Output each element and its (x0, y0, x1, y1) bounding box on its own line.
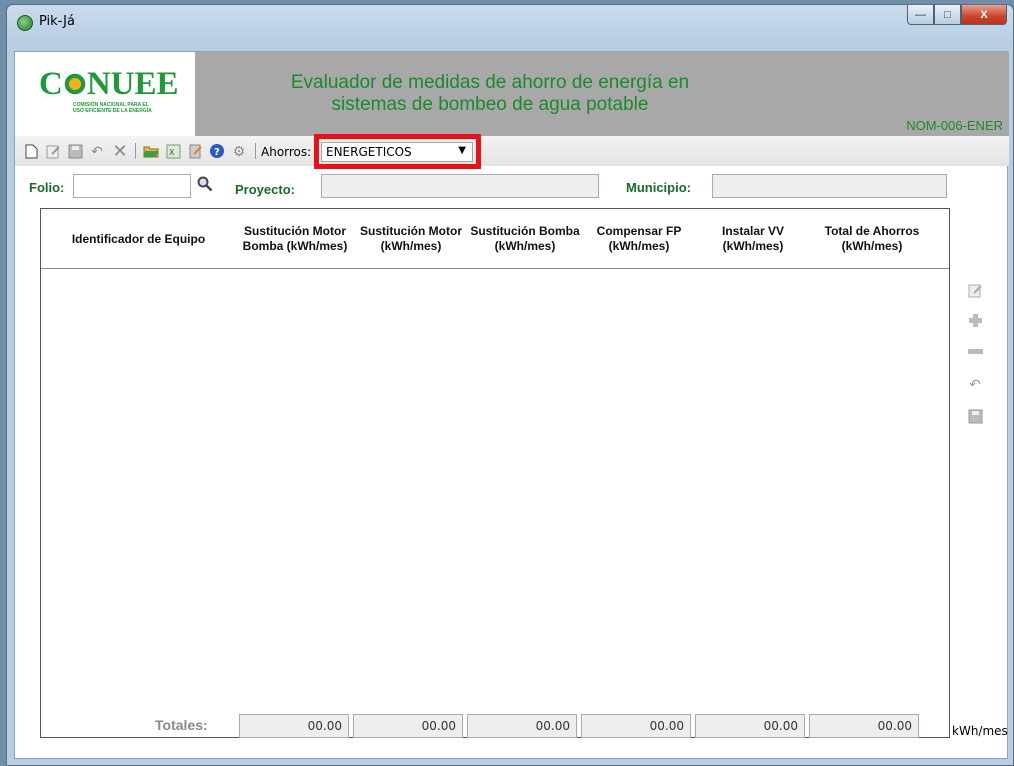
help-icon[interactable]: ? (209, 143, 225, 159)
proyecto-label: Proyecto: (235, 182, 295, 197)
norm-label: NOM-006-ENER (906, 118, 1003, 133)
new-icon[interactable] (23, 143, 39, 159)
settings-icon[interactable]: ⚙ (231, 143, 247, 159)
column-header-bomba[interactable]: Sustitución Bomba (kWh/mes) (468, 209, 582, 269)
total-ahorros: 00.00 (809, 714, 919, 738)
total-motor: 00.00 (353, 714, 463, 738)
column-header-compensar-fp[interactable]: Compensar FP (kWh/mes) (582, 209, 696, 269)
totals-label: Totales: (155, 717, 208, 733)
column-header-motor[interactable]: Sustitución Motor (kWh/mes) (354, 209, 468, 269)
undo-row-icon[interactable]: ↶ (967, 376, 983, 392)
report-icon[interactable] (187, 143, 203, 159)
excel-icon[interactable]: X (165, 143, 181, 159)
page-title-line2: sistemas de bombeo de agua potable (331, 94, 649, 115)
ahorros-label: Ahorros: (261, 145, 312, 159)
window-title: Pik-Já (39, 14, 75, 29)
add-row-icon[interactable] (967, 312, 983, 328)
logo-subtitle: COMISIÓN NACIONAL PARA EL USO EFICIENTE D… (73, 102, 152, 114)
highlight-box (314, 134, 481, 169)
toolbar-separator (135, 143, 136, 159)
maximize-button[interactable]: □ (934, 5, 961, 25)
total-bomba: 00.00 (467, 714, 577, 738)
close-button[interactable]: X (961, 5, 1007, 25)
column-header-equipo[interactable]: Identificador de Equipo (41, 209, 236, 269)
edit-icon[interactable] (45, 143, 61, 159)
main-content: C NUEE COMISIÓN NACIONAL PARA EL USO EFICI… (14, 51, 1009, 759)
edit-row-icon[interactable] (967, 282, 983, 298)
column-header-total[interactable]: Total de Ahorros (kWh/mes) (810, 209, 934, 269)
logo: C NUEE COMISIÓN NACIONAL PARA EL USO EFICI… (15, 52, 195, 136)
svg-text:?: ? (214, 147, 220, 158)
column-header-motor-bomba[interactable]: Sustitución Motor Bomba (kWh/mes) (236, 209, 354, 269)
page-title-line1: Evaluador de medidas de ahorro de energí… (290, 72, 690, 93)
table-header: Identificador de Equipo Sustitución Moto… (41, 209, 949, 269)
toolbar: ↶ ✕ X ? ⚙ Ahorros: ENERGETICOS ▼ (15, 134, 1009, 169)
page-title: Evaluador de medidas de ahorro de energí… (195, 72, 785, 116)
svg-text:X: X (169, 148, 175, 157)
savings-table[interactable]: Identificador de Equipo Sustitución Moto… (40, 208, 950, 738)
total-motor-bomba: 00.00 (239, 714, 349, 738)
save-row-icon[interactable] (967, 408, 983, 424)
folio-input[interactable] (73, 174, 191, 198)
filter-fields: Folio: Proyecto: Municipio: (15, 166, 1009, 206)
minimize-button[interactable]: — (907, 5, 934, 25)
proyecto-input[interactable] (321, 174, 599, 198)
header: C NUEE COMISIÓN NACIONAL PARA EL USO EFICI… (15, 52, 1009, 136)
delete-icon[interactable]: ✕ (112, 141, 128, 161)
undo-icon[interactable]: ↶ (89, 143, 105, 159)
app-window: Pik-Já — □ X C NUEE COMISIÓN NACIONAL PAR… (6, 4, 1014, 766)
title-bar[interactable]: Pik-Já — □ X (7, 5, 1013, 43)
municipio-label: Municipio: (626, 180, 691, 195)
logo-text: C NUEE (39, 66, 179, 102)
open-folder-icon[interactable] (143, 143, 159, 159)
totals-unit: kWh/mes (952, 724, 1008, 738)
toolbar-separator (255, 143, 256, 159)
remove-row-icon[interactable] (967, 344, 983, 360)
search-icon[interactable] (197, 176, 213, 196)
total-compensar-fp: 00.00 (581, 714, 691, 738)
folio-label: Folio: (29, 180, 65, 195)
title-band: Evaluador de medidas de ahorro de energí… (195, 52, 1009, 136)
app-icon (17, 15, 33, 31)
save-icon[interactable] (67, 143, 83, 159)
column-header-instalar-vv[interactable]: Instalar VV (kWh/mes) (696, 209, 810, 269)
municipio-input[interactable] (712, 174, 947, 198)
total-instalar-vv: 00.00 (695, 714, 805, 738)
